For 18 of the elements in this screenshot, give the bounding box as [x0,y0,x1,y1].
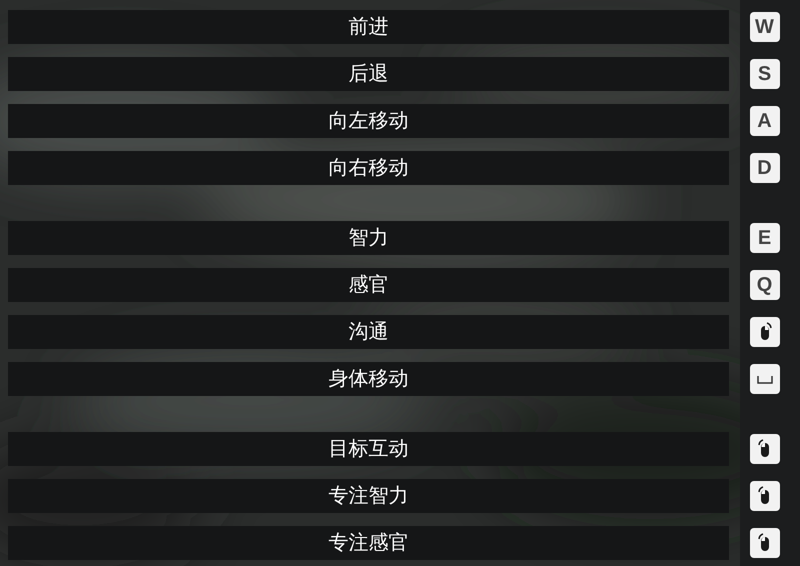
action-label: 向右移动 [8,151,729,185]
action-label: 感官 [8,268,729,302]
action-label: 沟通 [8,315,729,349]
action-label: 智力 [8,221,729,255]
action-label: 前进 [8,10,729,44]
keycap: S [750,59,780,89]
action-label: 目标互动 [8,432,729,466]
action-label: 向左移动 [8,104,729,138]
keycap: W [750,12,780,42]
keycap: Q [750,270,780,300]
spacebar-icon [750,364,780,394]
keycap: D [750,153,780,183]
action-label: 专注感官 [8,526,729,560]
action-label: 后退 [8,57,729,91]
keycap: A [750,106,780,136]
action-label: 身体移动 [8,362,729,396]
keycap: E [750,223,780,253]
action-label: 专注智力 [8,479,729,513]
